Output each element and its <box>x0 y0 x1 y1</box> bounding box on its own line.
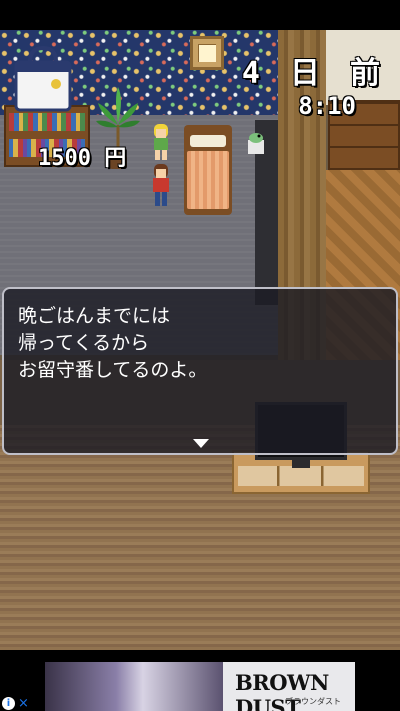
tv-stand <box>292 460 310 468</box>
info-icon[interactable]: i <box>2 697 15 710</box>
money-label: 1500 円 <box>38 146 127 171</box>
clock-time-label: 8:10 <box>298 92 356 120</box>
ad-character-art <box>45 662 223 711</box>
pillow <box>190 135 226 147</box>
close-icon[interactable]: × <box>17 697 30 710</box>
triangle-down-icon[interactable] <box>193 439 209 448</box>
dialog-box[interactable]: 晩ごはんまでには 帰ってくるから お留守番してるのよ。 <box>2 287 398 455</box>
bird-toy <box>248 133 264 154</box>
blanket <box>187 151 229 209</box>
window <box>190 36 224 70</box>
player-boy-sprite[interactable] <box>148 162 174 210</box>
game-scene[interactable]: 4 日 前 8:10 1500 円 晩ごはんまでには 帰ってくるから お留守番し… <box>0 30 400 650</box>
dialog-text: 晩ごはんまでには 帰ってくるから お留守番してるのよ。 <box>18 305 208 381</box>
ad-subtitle: ブラウンダスト <box>285 697 341 706</box>
bed <box>184 125 232 215</box>
ad-banner[interactable]: BROWN DUST ブラウンダスト <box>45 662 355 711</box>
days-remaining-label: 4 日 前 <box>241 56 386 91</box>
bag-icon[interactable] <box>12 44 74 114</box>
blonde-child-sprite[interactable] <box>148 122 174 162</box>
